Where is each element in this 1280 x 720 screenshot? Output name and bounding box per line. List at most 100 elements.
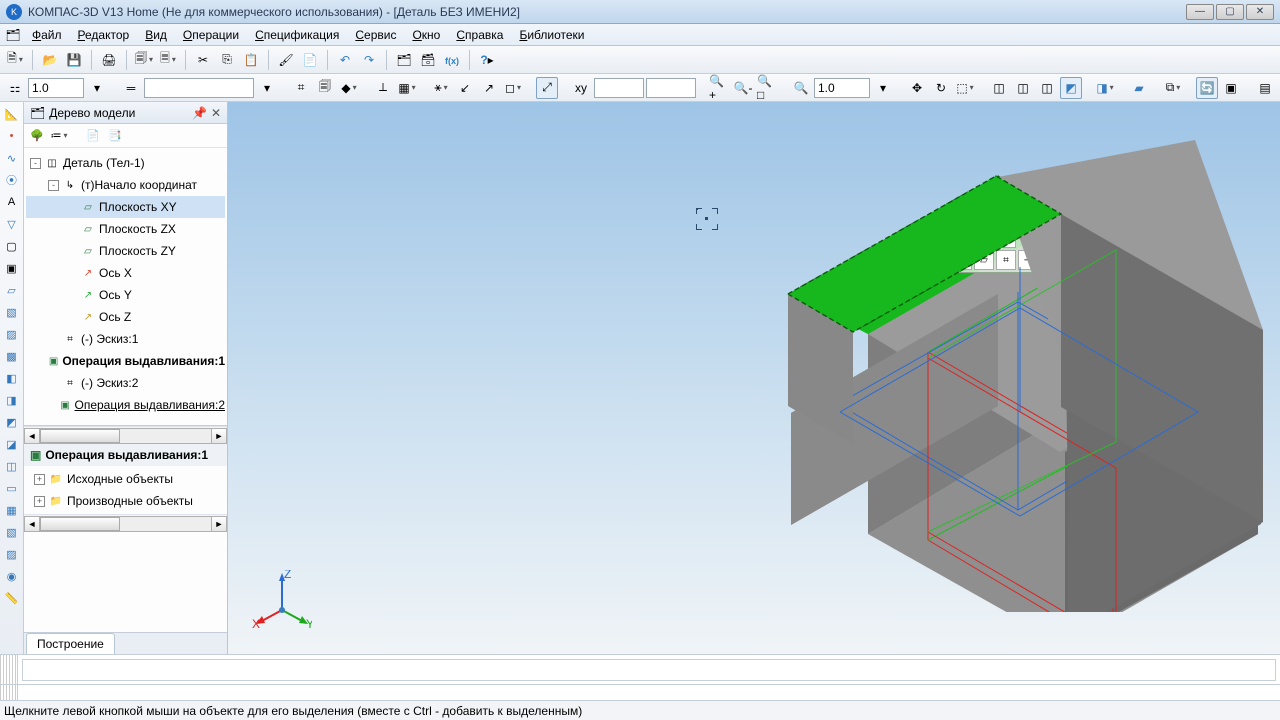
side-hole-icon[interactable]: ◫ <box>2 456 22 476</box>
command-input[interactable] <box>22 659 1276 681</box>
orient-button[interactable]: ⬚ <box>954 77 976 99</box>
panel-pin-icon[interactable]: 📌 <box>192 106 207 120</box>
tree-row[interactable]: ↗Ось Z <box>26 306 225 328</box>
preview-button[interactable]: 🗐 <box>133 49 155 71</box>
tree-scrollbar[interactable]: ◄► <box>24 426 227 444</box>
zoom-in-button[interactable]: 🔍+ <box>708 77 730 99</box>
cut-button[interactable] <box>192 49 214 71</box>
x-input[interactable] <box>594 78 644 98</box>
tree-row[interactable]: -◫Деталь (Тел-1) <box>26 152 225 174</box>
side-rib-icon[interactable]: ▨ <box>2 544 22 564</box>
zoom-dropdown-button[interactable]: ▾ <box>872 77 894 99</box>
style-input[interactable] <box>144 78 254 98</box>
scale-dropdown-button[interactable]: ▾ <box>86 77 108 99</box>
panel-close-icon[interactable]: ✕ <box>211 106 221 120</box>
subtree-row[interactable]: +📁Производные объекты <box>26 490 225 512</box>
side-thread-icon[interactable]: ◉ <box>2 566 22 586</box>
menu-спецификация[interactable]: Спецификация <box>247 26 347 44</box>
menu-окно[interactable]: Окно <box>404 26 448 44</box>
layers-button[interactable]: ▤ <box>1254 77 1276 99</box>
section-button[interactable]: ⧉ <box>1162 77 1184 99</box>
copy-format-button[interactable]: 🗏 <box>157 49 179 71</box>
rotate-button[interactable]: ↻ <box>930 77 952 99</box>
menu-вид[interactable]: Вид <box>137 26 175 44</box>
subtree-scrollbar[interactable]: ◄► <box>24 514 227 532</box>
variables-button[interactable] <box>441 49 463 71</box>
menu-библиотеки[interactable]: Библиотеки <box>511 26 592 44</box>
window-close-button[interactable]: ✕ <box>1246 4 1274 20</box>
copy-button[interactable] <box>216 49 238 71</box>
menu-сервис[interactable]: Сервис <box>347 26 404 44</box>
tree-filter-button[interactable]: ≔ <box>50 127 68 145</box>
help-button[interactable]: ▸ <box>476 49 498 71</box>
side-line-icon[interactable]: ∿ <box>2 148 22 168</box>
side-details-icon[interactable]: 📐 <box>2 104 22 124</box>
zoom-out-button[interactable]: 🔍- <box>732 77 754 99</box>
tree-row[interactable]: ↗Ось X <box>26 262 225 284</box>
tree-row[interactable]: ⌗(-) Эскиз:1 <box>26 328 225 350</box>
side-face-icon[interactable]: ▢ <box>2 236 22 256</box>
ortho-button[interactable]: ⤢ <box>536 77 558 99</box>
grid-button[interactable]: ▦ <box>396 77 418 99</box>
window-minimize-button[interactable]: — <box>1186 4 1214 20</box>
side-plane-icon[interactable]: ▱ <box>2 280 22 300</box>
properties-button[interactable]: 📄 <box>299 49 321 71</box>
y-input[interactable] <box>646 78 696 98</box>
xy-input-button[interactable]: xy <box>570 77 592 99</box>
color-button[interactable]: ◆ <box>338 77 360 99</box>
model-tree[interactable]: -◫Деталь (Тел-1)-↳(т)Начало координат▱Пл… <box>24 148 227 426</box>
side-pattern-icon[interactable]: ▦ <box>2 500 22 520</box>
manager-button[interactable]: 🗂 <box>393 49 415 71</box>
pan-button[interactable]: ✥ <box>906 77 928 99</box>
dim-button[interactable]: ⟂ <box>372 77 394 99</box>
tree-row[interactable]: ▱Плоскость XY <box>26 196 225 218</box>
side-sweep-icon[interactable]: ◨ <box>2 390 22 410</box>
hidden2-button[interactable]: ◫ <box>1036 77 1058 99</box>
save-button[interactable] <box>63 49 85 71</box>
library-button[interactable]: 🗃 <box>417 49 439 71</box>
side-loft-icon[interactable]: ◧ <box>2 368 22 388</box>
menu-операции[interactable]: Операции <box>175 26 247 44</box>
app-menu-icon[interactable]: 🗂 <box>4 26 22 44</box>
undo-button[interactable] <box>334 49 356 71</box>
side-revolve-icon[interactable]: ▨ <box>2 324 22 344</box>
print-button[interactable] <box>98 49 120 71</box>
brush-button[interactable] <box>275 49 297 71</box>
hidden-button[interactable]: ◫ <box>1012 77 1034 99</box>
paste-button[interactable] <box>240 49 262 71</box>
menu-справка[interactable]: Справка <box>448 26 511 44</box>
tree-row[interactable]: -↳(т)Начало координат <box>26 174 225 196</box>
scale-input[interactable] <box>28 78 84 98</box>
subtree-row[interactable]: +📁Исходные объекты <box>26 468 225 490</box>
new-document-button[interactable] <box>4 49 26 71</box>
tree-props-button[interactable]: 📑 <box>106 127 124 145</box>
tree-flat-button[interactable]: 📄 <box>84 127 102 145</box>
side-filter-icon[interactable]: ▽ <box>2 214 22 234</box>
redo-button[interactable] <box>358 49 380 71</box>
tree-row[interactable]: ↗Ось Y <box>26 284 225 306</box>
menu-редактор[interactable]: Редактор <box>70 26 138 44</box>
side-point-icon[interactable]: • <box>2 126 22 146</box>
side-text-icon[interactable]: A <box>2 192 22 212</box>
snap-menu-button[interactable]: ◻ <box>502 77 524 99</box>
perspective-button[interactable]: ▰ <box>1128 77 1150 99</box>
tree-row[interactable]: ▣Операция выдавливания:2 <box>26 394 225 416</box>
zoom-fit-button[interactable]: 🔍□ <box>756 77 778 99</box>
command-bar-handle[interactable] <box>0 655 18 684</box>
simplify-button[interactable]: ▣ <box>1220 77 1242 99</box>
tree-row[interactable]: ▣Операция выдавливания:1 <box>26 350 225 372</box>
side-cut-icon[interactable]: ▩ <box>2 346 22 366</box>
open-button[interactable] <box>39 49 61 71</box>
origin-button[interactable]: ↙ <box>454 77 476 99</box>
command-bar-2-handle[interactable] <box>0 685 18 700</box>
tree-mode-button[interactable]: 🌳 <box>28 127 46 145</box>
tree-row[interactable]: ⌗(-) Эскиз:2 <box>26 372 225 394</box>
side-arc-icon[interactable]: ⦿ <box>2 170 22 190</box>
side-shell-icon[interactable]: ▭ <box>2 478 22 498</box>
side-chamfer-icon[interactable]: ◪ <box>2 434 22 454</box>
side-draft-icon[interactable]: ▧ <box>2 522 22 542</box>
wireframe-button[interactable]: ◫ <box>988 77 1010 99</box>
style-dropdown-button[interactable]: ▾ <box>256 77 278 99</box>
zoom-all-button[interactable]: 🔍 <box>790 77 812 99</box>
snap-button[interactable]: ⚏ <box>4 77 26 99</box>
